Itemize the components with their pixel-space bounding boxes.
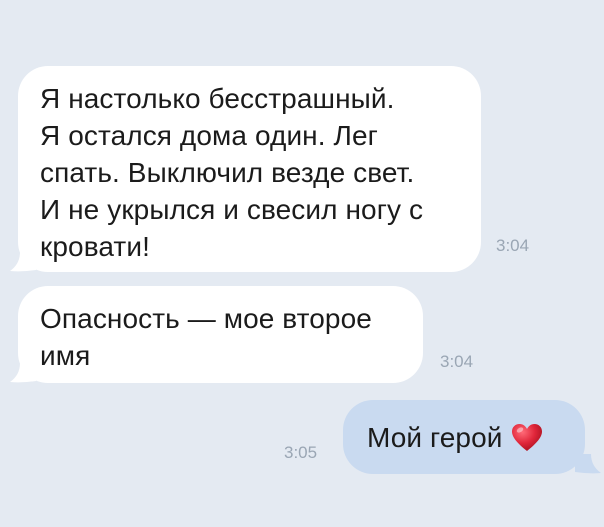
bubble-tail [10,252,36,272]
message-text: Я настолько бесстрашный. Я остался дома … [40,83,424,262]
message-timestamp: 3:05 [284,443,318,462]
bubble-tail [575,454,601,474]
heart-emoji-icon [511,424,542,451]
incoming-message-bubble[interactable]: Опасность — мое второе имя [18,286,423,383]
message-text: Мой герой [367,422,503,453]
message-timestamp: 3:04 [496,236,530,255]
message-timestamp: 3:04 [440,352,474,371]
chat-history: Я настолько бесстрашный. Я остался дома … [0,0,604,527]
outgoing-message-bubble[interactable]: Мой герой [343,400,585,474]
incoming-message-bubble[interactable]: Я настолько бесстрашный. Я остался дома … [18,66,481,272]
bubble-tail [10,363,36,383]
message-text: Опасность — мое второе имя [40,303,372,371]
